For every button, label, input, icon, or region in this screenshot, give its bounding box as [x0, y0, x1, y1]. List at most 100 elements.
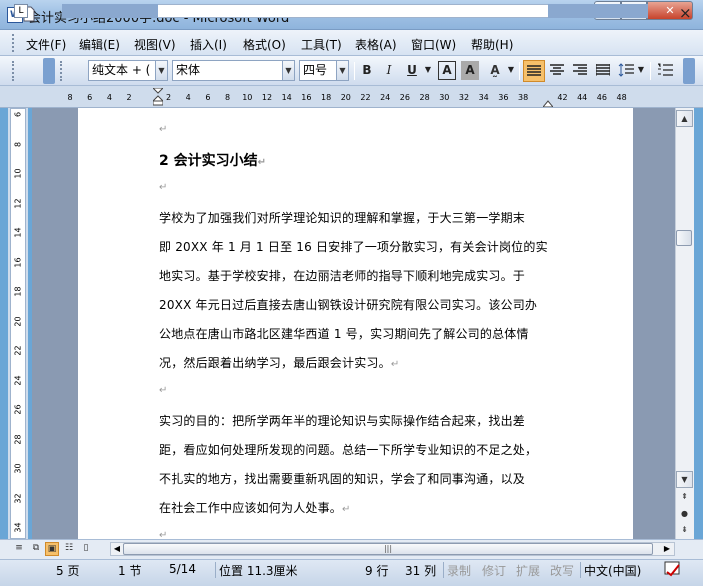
- menu-format[interactable]: 格式(O): [243, 36, 286, 53]
- paragraph-mark: ↵: [159, 182, 168, 193]
- align-justify-button[interactable]: [523, 60, 545, 82]
- vertical-ruler-number: 18: [13, 286, 23, 297]
- menu-grip[interactable]: [12, 34, 16, 52]
- reading-layout-view-icon[interactable]: ▯: [79, 542, 93, 556]
- scroll-left-icon[interactable]: ◀: [111, 543, 123, 555]
- toolbar-overflow-chevron-icon[interactable]: [43, 58, 55, 84]
- status-overtype[interactable]: 改写: [550, 562, 574, 579]
- character-shading-button[interactable]: A: [461, 61, 479, 80]
- close-document-button[interactable]: ×: [679, 4, 692, 22]
- document-heading[interactable]: 2 会计实习小结↵: [159, 150, 266, 170]
- vertical-scroll-thumb[interactable]: [676, 230, 692, 246]
- chevron-down-icon[interactable]: ▼: [636, 60, 646, 82]
- scroll-right-icon[interactable]: ▶: [661, 543, 673, 555]
- horizontal-scroll-thumb[interactable]: |||: [123, 543, 653, 555]
- status-track-changes[interactable]: 修订: [482, 562, 506, 579]
- status-extend[interactable]: 扩展: [516, 562, 540, 579]
- chevron-down-icon[interactable]: ▼: [155, 61, 167, 80]
- menu-edit[interactable]: 编辑(E): [79, 36, 120, 53]
- align-center-icon[interactable]: [547, 60, 567, 82]
- ruler-right-margin: [548, 4, 648, 18]
- paragraph-2-line[interactable]: 实习的目的：把所学两年半的理论知识与实际操作结合起来，找出差: [159, 412, 525, 429]
- chevron-down-icon[interactable]: ▼: [336, 61, 348, 80]
- paragraph-1-last-line[interactable]: 况，然后跟着出纳学习，最后跟会计实习。↵: [159, 354, 399, 371]
- font-size-combo[interactable]: 四号 ▼: [299, 60, 349, 81]
- ruler-number: 2: [126, 93, 132, 102]
- paragraph-2-last-line[interactable]: 在社会工作中应该如何为人处事。↵: [159, 499, 351, 516]
- character-border-button[interactable]: A: [438, 61, 456, 80]
- outline-view-icon[interactable]: ☷: [62, 542, 76, 556]
- vertical-ruler-number: 8: [13, 141, 23, 147]
- paragraph-mark: ↵: [390, 359, 400, 370]
- paragraph-2-line[interactable]: 不扎实的地方，找出需要重新巩固的知识，学会了和同事沟通，以及: [159, 470, 525, 487]
- next-page-icon[interactable]: ⇟: [676, 522, 693, 539]
- phonetic-guide-icon[interactable]: A̰: [484, 60, 506, 82]
- paragraph-1-line[interactable]: 学校为了加强我们对所学理论知识的理解和掌握，于大三第一学期末: [159, 209, 525, 226]
- normal-view-icon[interactable]: ≡: [12, 542, 26, 556]
- vertical-ruler-number: 26: [13, 404, 23, 415]
- ruler-number: 34: [478, 93, 489, 102]
- menu-file[interactable]: 文件(F): [26, 36, 66, 53]
- menu-tools[interactable]: 工具(T): [301, 36, 342, 53]
- ruler-number: 48: [616, 93, 627, 102]
- scroll-down-icon[interactable]: ▼: [676, 471, 693, 488]
- toolbar-overflow-chevron-icon[interactable]: [683, 58, 695, 84]
- font-combo-value: 宋体: [176, 63, 201, 77]
- vertical-ruler-number: 20: [13, 315, 23, 327]
- paragraph-1-line[interactable]: 20XX 年元日过后直接去唐山钢铁设计研究院有限公司实习。该公司办: [159, 296, 537, 313]
- indent-marker-icon[interactable]: [151, 87, 165, 106]
- previous-page-icon[interactable]: ⇞: [676, 489, 693, 506]
- menu-help[interactable]: 帮助(H): [471, 36, 513, 53]
- select-browse-object-icon[interactable]: ●: [676, 506, 693, 523]
- paragraph-1-line[interactable]: 公地点在唐山市路北区建华西道 1 号，实习期间先了解公司的总体情: [159, 325, 529, 342]
- distributed-align-icon[interactable]: [593, 60, 613, 82]
- status-page: 5 页: [56, 564, 80, 578]
- ruler-number: 30: [439, 93, 450, 102]
- vertical-ruler-number: 10: [13, 168, 23, 179]
- status-language[interactable]: 中文(中国): [584, 562, 641, 579]
- status-position: 位置 11.3厘米: [219, 564, 298, 578]
- ruler-number: 44: [577, 93, 588, 102]
- ruler-number: 42: [557, 93, 568, 102]
- numbering-icon[interactable]: [655, 60, 675, 82]
- menu-insert[interactable]: 插入(I): [190, 36, 227, 53]
- chevron-down-icon[interactable]: ▼: [423, 60, 433, 82]
- font-combo[interactable]: 宋体 ▼: [172, 60, 295, 81]
- right-indent-marker-icon[interactable]: [541, 96, 555, 108]
- toolbar-grip-2[interactable]: [60, 61, 64, 81]
- underline-button[interactable]: U: [403, 60, 421, 82]
- style-combo[interactable]: 纯文本 + ( ▼: [88, 60, 168, 81]
- paragraph-2-line[interactable]: 距，看应如何处理所发现的问题。总结一下所学专业知识的不足之处，: [159, 441, 537, 458]
- paragraph-mark: ↵: [159, 385, 168, 396]
- paragraph-mark: ↵: [257, 157, 267, 168]
- bold-button[interactable]: B: [358, 60, 376, 82]
- menu-view[interactable]: 视图(V): [134, 36, 176, 53]
- ruler-number: 16: [301, 93, 312, 102]
- ruler-number: 36: [498, 93, 509, 102]
- chevron-down-icon[interactable]: ▼: [282, 61, 294, 80]
- toolbar-grip[interactable]: [12, 61, 16, 81]
- tab-selector-button[interactable]: L: [14, 4, 28, 18]
- heading-text: 2 会计实习小结: [159, 153, 258, 169]
- spelling-status-icon[interactable]: [664, 561, 682, 577]
- web-layout-view-icon[interactable]: ⧉: [29, 542, 43, 556]
- ruler-number: 46: [596, 93, 607, 102]
- ruler-number: 6: [87, 93, 93, 102]
- line-spacing-icon[interactable]: [616, 60, 636, 82]
- scroll-up-icon[interactable]: ▲: [676, 110, 693, 127]
- status-record[interactable]: 录制: [447, 562, 471, 579]
- paragraph-1-line[interactable]: 地实习。基于学校安排，在边丽洁老师的指导下顺利地完成实习。于: [159, 267, 525, 284]
- paragraph-1-line[interactable]: 即 20XX 年 1 月 1 日至 16 日安排了一项分散实习，有关会计岗位的实: [159, 238, 548, 255]
- vertical-ruler-number: 16: [13, 256, 23, 268]
- align-right-icon[interactable]: [570, 60, 590, 82]
- vertical-ruler-number: 24: [13, 374, 23, 386]
- status-page-of: 5/14: [169, 562, 196, 576]
- paragraph-mark: ↵: [342, 504, 351, 515]
- ruler-number: 4: [185, 93, 191, 102]
- menu-window[interactable]: 窗口(W): [411, 36, 456, 53]
- print-layout-view-icon[interactable]: ▣: [45, 542, 59, 556]
- chevron-down-icon[interactable]: ▼: [506, 60, 516, 82]
- menu-table[interactable]: 表格(A): [355, 36, 397, 53]
- style-combo-value: 纯文本 + (: [92, 63, 151, 77]
- italic-button[interactable]: I: [380, 60, 398, 82]
